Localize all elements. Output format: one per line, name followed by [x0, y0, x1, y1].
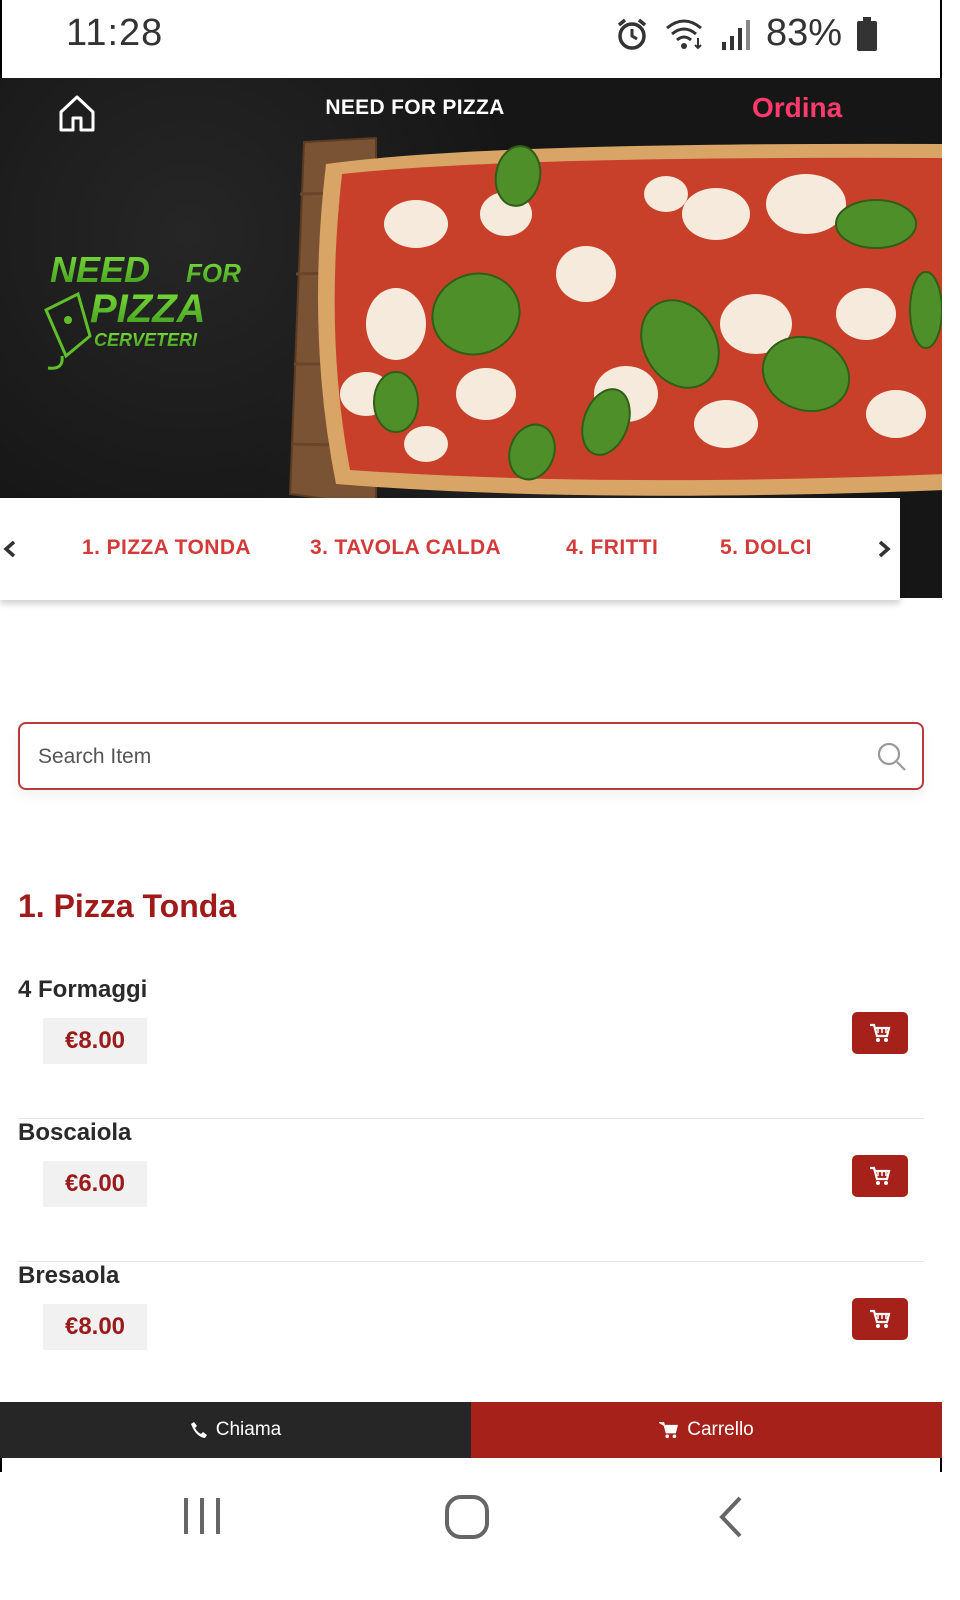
cart-icon: [870, 1166, 891, 1185]
home-nav-button[interactable]: [444, 1494, 490, 1545]
pizza-image: [288, 136, 942, 508]
order-link[interactable]: Ordina: [752, 92, 842, 124]
battery-percent: 83%: [765, 12, 842, 54]
call-label: Chiama: [215, 1419, 282, 1440]
menu-item: Boscaiola €6.00: [18, 1119, 924, 1262]
menu-item-name: Boscaiola: [18, 1119, 132, 1146]
bottom-action-bar: Chiama Carrello: [0, 1402, 942, 1458]
cart-label: Carrello: [687, 1419, 754, 1440]
category-tab-dolci[interactable]: 5. DOLCI: [720, 536, 812, 560]
category-tab-fritti[interactable]: 4. FRITTI: [566, 536, 658, 560]
status-bar: 11:28 83%: [0, 0, 942, 78]
back-nav-button[interactable]: [716, 1494, 746, 1545]
recent-apps-button[interactable]: [182, 1494, 224, 1543]
category-next-arrow[interactable]: [874, 534, 898, 564]
battery-icon: [856, 16, 878, 52]
section-title: 1. Pizza Tonda: [18, 888, 237, 924]
category-tab-tavola-calda[interactable]: 3. TAVOLA CALDA: [310, 536, 501, 560]
status-icons: 83%: [614, 12, 878, 55]
add-to-cart-button[interactable]: [852, 1155, 908, 1197]
menu-item-name: 4 Formaggi: [18, 976, 148, 1003]
add-to-cart-button[interactable]: [852, 1012, 908, 1054]
search-input[interactable]: [36, 724, 860, 790]
header-title: NEED FOR PIZZA: [325, 96, 505, 119]
need-for-pizza-logo: NEED FOR PIZZA CERVETERI: [44, 249, 241, 370]
category-tab-pizza-tonda[interactable]: 1. PIZZA TONDA: [82, 536, 251, 560]
signal-icon: [720, 16, 752, 52]
alarm-icon: [614, 16, 650, 52]
category-nav: 1. PIZZA TONDA 3. TAVOLA CALDA 4. FRITTI…: [0, 498, 900, 600]
menu-item-price: €8.00: [43, 1018, 147, 1064]
recent-apps-icon: [184, 1498, 220, 1534]
menu-item-price: €8.00: [43, 1304, 147, 1350]
search-box: [18, 722, 924, 790]
phone-icon: [190, 1422, 207, 1438]
menu-item: Bresaola €8.00: [18, 1262, 924, 1405]
search-icon: [877, 742, 906, 771]
search-button[interactable]: [876, 741, 908, 773]
status-time: 11:28: [66, 12, 164, 54]
android-nav-bar: [0, 1472, 960, 1600]
svg-text:CERVETERI: CERVETERI: [94, 330, 198, 350]
call-button[interactable]: Chiama: [0, 1402, 471, 1458]
wifi-icon: [664, 16, 706, 52]
menu-item-price: €6.00: [43, 1161, 147, 1207]
svg-text:PIZZA: PIZZA: [90, 287, 206, 331]
chevron-right-icon: [878, 540, 891, 558]
category-list: 1. PIZZA TONDA 3. TAVOLA CALDA 4. FRITTI…: [0, 498, 900, 600]
cart-icon: [870, 1309, 891, 1328]
home-circle-icon: [445, 1495, 489, 1539]
cart-icon: [659, 1422, 679, 1439]
svg-text:FOR: FOR: [186, 258, 241, 288]
frame-edge: [940, 1458, 942, 1472]
cart-icon: [870, 1023, 891, 1042]
menu-item-name: Bresaola: [18, 1262, 120, 1289]
cart-button[interactable]: Carrello: [471, 1402, 942, 1458]
menu-item: 4 Formaggi €8.00: [18, 976, 924, 1119]
frame-edge: [0, 1458, 2, 1472]
back-icon: [719, 1496, 742, 1538]
add-to-cart-button[interactable]: [852, 1298, 908, 1340]
svg-text:NEED: NEED: [50, 249, 150, 290]
